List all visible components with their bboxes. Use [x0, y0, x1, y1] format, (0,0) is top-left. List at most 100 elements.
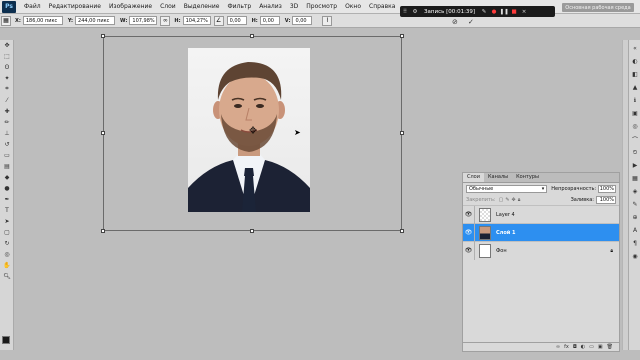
workspace-switcher[interactable]: Основная рабочая среда [562, 3, 634, 12]
h-field[interactable]: 104,27% [182, 16, 211, 25]
info-icon[interactable]: ℹ [630, 96, 640, 105]
y-field[interactable]: 244,00 пикс [75, 16, 116, 25]
adjustment-icon[interactable]: ◐ [581, 344, 585, 350]
opacity-field[interactable]: 100% [598, 184, 616, 193]
transform-handle-top-left[interactable] [101, 34, 105, 38]
adjustments-icon[interactable]: ◐ [630, 57, 640, 66]
h-skew-field[interactable]: 0,00 [259, 16, 280, 25]
layer-row[interactable]: 👁︎ Фон 🔒︎ [463, 241, 619, 260]
masks-icon[interactable]: ◧ [630, 70, 640, 79]
menu-layers[interactable]: Слои [156, 3, 180, 10]
clone-source-icon[interactable]: ⊕ [630, 213, 640, 222]
collapse-panels-icon[interactable]: « [630, 44, 640, 53]
transform-handle-top[interactable] [250, 34, 254, 38]
lock-move-icon[interactable]: ✥ [512, 197, 516, 203]
lock-all-icon[interactable]: 🔒︎ [518, 197, 521, 203]
transform-handle-bottom[interactable] [250, 229, 254, 233]
x-field[interactable]: 186,00 пикс [22, 16, 63, 25]
transform-handle-bottom-left[interactable] [101, 229, 105, 233]
3d-rotate-icon[interactable]: ↻ [1, 238, 13, 248]
3d-orbit-icon[interactable]: ◎ [1, 249, 13, 259]
w-field[interactable]: 107,98% [129, 16, 158, 25]
menu-analysis[interactable]: Анализ [255, 3, 286, 10]
settings-icon[interactable]: ⚙ [410, 9, 420, 15]
brush-tool-icon[interactable]: ✏ [1, 117, 13, 127]
stop-icon[interactable]: ■ [509, 9, 519, 15]
close-icon[interactable]: × [519, 9, 529, 15]
move-tool-icon[interactable]: ✥ [1, 40, 13, 50]
lock-paint-icon[interactable]: ✎ [505, 197, 509, 203]
move-handle-icon[interactable]: ⠿ [400, 9, 410, 15]
fill-field[interactable]: 100% [596, 195, 616, 204]
healing-brush-icon[interactable]: ✚ [1, 106, 13, 116]
zoom-tool-icon[interactable]: 🔍︎ [1, 271, 13, 281]
eye-icon[interactable]: 👁︎ [463, 223, 475, 242]
crop-tool-icon[interactable]: ⌗ [1, 84, 13, 94]
lock-transparent-icon[interactable]: ▢ [499, 197, 504, 203]
new-layer-icon[interactable]: ▣ [598, 344, 603, 350]
menu-select[interactable]: Выделение [180, 3, 224, 10]
lasso-tool-icon[interactable]: ʘ [1, 62, 13, 72]
fx-icon[interactable]: fx [564, 344, 569, 350]
histogram-icon[interactable]: ▲ [630, 83, 640, 92]
trash-icon[interactable]: 🗑︎ [607, 344, 613, 350]
pause-icon[interactable]: ❚❚ [499, 9, 509, 15]
swatches-icon[interactable]: ▦ [630, 174, 640, 183]
folder-icon[interactable]: ▭ [589, 344, 594, 350]
v-skew-field[interactable]: 0,00 [292, 16, 313, 25]
hand-tool-icon[interactable]: ✋ [1, 260, 13, 270]
actions-icon[interactable]: ▶ [630, 161, 640, 170]
blend-mode-select[interactable]: Обычные ▾ [466, 184, 548, 193]
3d-panel-icon[interactable]: ◉ [630, 252, 640, 261]
link-icon[interactable]: ∞ [160, 15, 171, 26]
history-icon[interactable]: ⏲ [630, 148, 640, 157]
foreground-color-swatch[interactable] [2, 336, 10, 344]
commit-transform-icon[interactable]: ✓ [468, 18, 474, 26]
menu-image[interactable]: Изображение [105, 3, 156, 10]
pen-icon[interactable]: ✎ [479, 9, 489, 15]
layer-row[interactable]: 👁︎ Layer 4 [463, 205, 619, 224]
angle-field[interactable]: 0,00 [226, 16, 247, 25]
styles-icon[interactable]: ◈ [630, 187, 640, 196]
cancel-transform-icon[interactable]: ⊘ [452, 18, 458, 26]
tab-layers[interactable]: Слои [463, 173, 484, 182]
menu-filter[interactable]: Фильтр [223, 3, 255, 10]
eye-icon[interactable]: 👁︎ [463, 205, 475, 224]
menu-window[interactable]: Окно [341, 3, 365, 10]
menu-help[interactable]: Справка [365, 3, 399, 10]
marquee-tool-icon[interactable]: ⬚ [1, 51, 13, 61]
transform-handle-top-right[interactable] [400, 34, 404, 38]
transform-handle-left[interactable] [101, 131, 105, 135]
pen-tool-icon[interactable]: ✒ [1, 194, 13, 204]
record-icon[interactable]: ● [489, 9, 499, 15]
paths-icon[interactable]: ⌒ [630, 135, 640, 144]
transform-handle-bottom-right[interactable] [400, 229, 404, 233]
warp-icon[interactable]: ⌇ [322, 15, 333, 26]
gradient-tool-icon[interactable]: ▤ [1, 161, 13, 171]
paragraph-icon[interactable]: ¶ [630, 239, 640, 248]
shape-tool-icon[interactable]: ▢ [1, 227, 13, 237]
reference-point-icon[interactable]: ▦ [1, 15, 11, 26]
menu-edit[interactable]: Редактирование [45, 3, 105, 10]
clone-stamp-icon[interactable]: ⊥ [1, 128, 13, 138]
transform-handle-right[interactable] [400, 131, 404, 135]
menu-file[interactable]: Файл [20, 3, 45, 10]
link-icon[interactable]: ∞ [556, 344, 560, 350]
brushes-icon[interactable]: ✎ [630, 200, 640, 209]
layers-panel-icon[interactable]: ▣ [630, 109, 640, 118]
history-brush-icon[interactable]: ↺ [1, 139, 13, 149]
layer-row[interactable]: 👁︎ Слой 1 [463, 223, 619, 242]
tab-channels[interactable]: Каналы [484, 173, 512, 182]
eyedropper-tool-icon[interactable]: ⁄ [1, 95, 13, 105]
mask-icon[interactable]: ◘ [573, 344, 577, 350]
menu-view[interactable]: Просмотр [302, 3, 341, 10]
character-icon[interactable]: A [630, 226, 640, 235]
menu-3d[interactable]: 3D [286, 3, 302, 10]
eraser-tool-icon[interactable]: ▭ [1, 150, 13, 160]
eye-icon[interactable]: 👁︎ [463, 241, 475, 260]
dodge-tool-icon[interactable]: ● [1, 183, 13, 193]
type-tool-icon[interactable]: T [1, 205, 13, 215]
blur-tool-icon[interactable]: ◆ [1, 172, 13, 182]
channels-icon[interactable]: ◎ [630, 122, 640, 131]
quick-select-tool-icon[interactable]: ✦ [1, 73, 13, 83]
